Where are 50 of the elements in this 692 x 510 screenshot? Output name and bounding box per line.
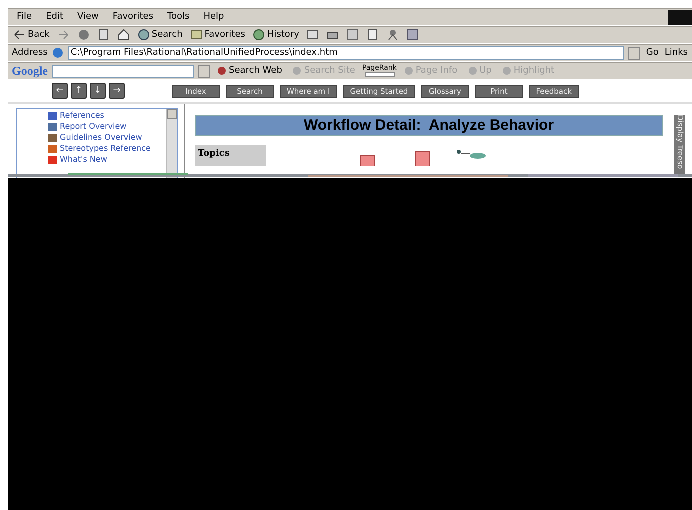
stereo-icon (47, 144, 58, 154)
tree-item[interactable]: Stereotypes Reference (47, 143, 166, 154)
history-icon (253, 29, 266, 41)
search-icon (138, 29, 150, 41)
menu-item[interactable]: View (72, 12, 104, 22)
back-icon (14, 29, 26, 41)
history-button[interactable]: History (251, 29, 302, 41)
favorites-icon (190, 29, 203, 41)
favorites-button[interactable]: Favorites (188, 29, 248, 41)
menu-item[interactable]: Help (198, 12, 230, 22)
mail-icon (307, 29, 320, 41)
new-icon (47, 154, 58, 164)
tree-item[interactable]: Report Overview (47, 121, 166, 132)
arrow-button[interactable]: ↑ (71, 83, 87, 99)
tree-item[interactable]: References (47, 110, 166, 121)
address-field[interactable]: C:\Program Files\Rational\RationalUnifiedProcess\index.htm (68, 46, 624, 60)
links-button[interactable]: Links (664, 48, 692, 58)
scrollbar[interactable] (166, 109, 177, 178)
books-icon (47, 110, 58, 120)
address-label: Address (12, 48, 48, 58)
report-icon (47, 122, 58, 132)
home-button[interactable] (116, 29, 132, 41)
page-title: Workflow Detail: Analyze Behavior (195, 115, 663, 136)
toolbar-icon (292, 66, 302, 76)
home-icon (118, 29, 130, 41)
guide-icon (47, 132, 58, 142)
page-icon (52, 47, 64, 59)
arrow-button[interactable]: ↓ (90, 83, 106, 99)
forward-icon (58, 29, 70, 41)
toolbar-icon (217, 66, 227, 76)
menu-item[interactable]: Tools (162, 12, 195, 22)
menu-item[interactable]: File (12, 12, 38, 22)
messenger-icon (387, 29, 400, 41)
topics-heading: Topics (195, 145, 266, 166)
stop-icon (78, 29, 90, 41)
back-button[interactable]: Back (12, 29, 52, 41)
tree-item[interactable]: What's New (47, 154, 166, 165)
arrow-button[interactable]: → (109, 83, 125, 99)
toolbar-button[interactable]: Search Web (214, 66, 286, 76)
menu-item[interactable]: Edit (41, 12, 68, 22)
search-button[interactable]: Search (136, 29, 185, 41)
menu-item[interactable]: Favorites (108, 12, 159, 22)
toolbar-icon (468, 66, 478, 76)
toolbar-icon (404, 66, 414, 76)
go-button[interactable]: Go (644, 48, 661, 58)
mail-button[interactable] (305, 29, 322, 41)
search-field[interactable] (52, 64, 194, 78)
toolbar-icon (502, 66, 512, 76)
arrow-button[interactable]: ← (52, 83, 68, 99)
tree-item[interactable]: Guidelines Overview (47, 132, 166, 143)
